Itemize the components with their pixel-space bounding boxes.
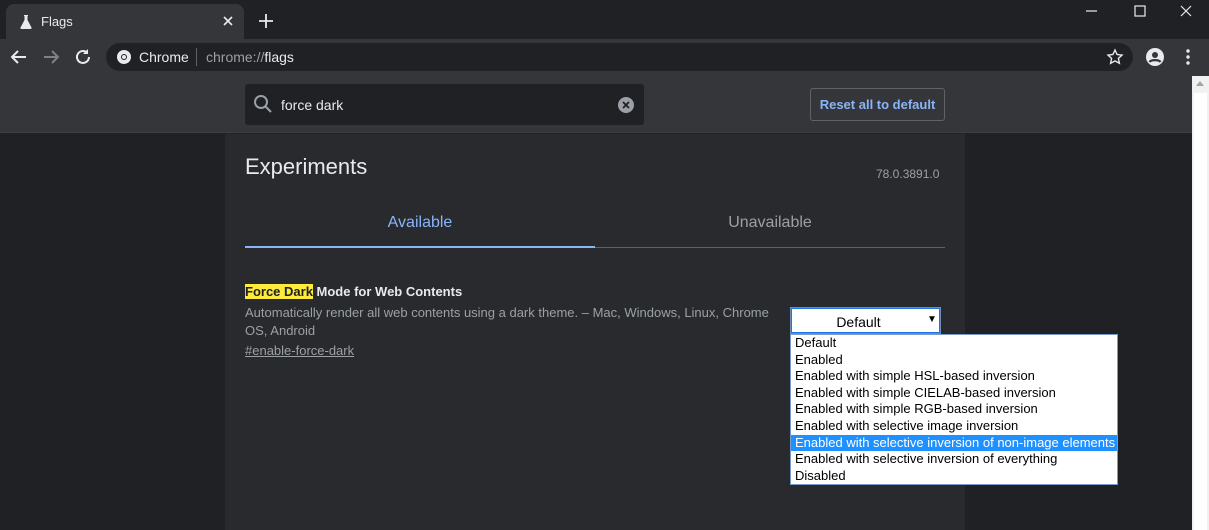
flag-permalink[interactable]: #enable-force-dark — [245, 343, 354, 358]
scroll-thumb[interactable] — [1194, 93, 1207, 530]
option-item-highlighted[interactable]: Enabled with selective inversion of non-… — [791, 434, 1117, 452]
tab-available[interactable]: Available — [245, 200, 595, 248]
window-close-icon[interactable] — [1163, 0, 1208, 30]
plus-icon[interactable] — [257, 12, 275, 30]
option-item[interactable]: Enabled with simple HSL-based inversion — [791, 368, 1117, 385]
search-icon — [254, 95, 272, 113]
option-item[interactable]: Enabled with simple RGB-based inversion — [791, 401, 1117, 418]
tab-strip: Flags — [0, 0, 1209, 39]
url-text[interactable]: chrome://flags — [206, 49, 294, 65]
option-item[interactable]: Enabled with simple CIELAB-based inversi… — [791, 385, 1117, 402]
flags-header: Reset all to default — [0, 76, 1192, 133]
select-value: Default — [836, 314, 881, 330]
star-icon[interactable] — [1106, 48, 1124, 66]
browser-toolbar: Chrome chrome://flags — [0, 39, 1209, 76]
flag-title: Force Dark Mode for Web Contents — [245, 284, 462, 299]
option-item[interactable]: Enabled — [791, 352, 1117, 369]
minimize-icon[interactable] — [1069, 0, 1114, 30]
flag-description: Automatically render all web contents us… — [245, 305, 769, 338]
close-icon[interactable] — [220, 13, 236, 29]
page-title: Experiments — [245, 154, 368, 179]
search-input[interactable] — [281, 95, 611, 115]
option-item[interactable]: Enabled with selective image inversion — [791, 418, 1117, 435]
omnibox-chip: Chrome — [139, 49, 189, 65]
omnibox[interactable]: Chrome chrome://flags — [106, 43, 1133, 71]
back-arrow-icon[interactable] — [9, 47, 29, 67]
clear-icon[interactable] — [617, 96, 635, 114]
scrollbar[interactable] — [1192, 76, 1209, 530]
flag-title-rest: Mode for Web Contents — [312, 284, 463, 299]
browser-tab-flags[interactable]: Flags — [6, 4, 244, 39]
omnibox-separator — [196, 48, 197, 66]
dropdown-options: Default Enabled Enabled with simple HSL-… — [790, 334, 1118, 485]
scroll-up-icon[interactable] — [1196, 81, 1204, 86]
option-item[interactable]: Enabled with selective inversion of ever… — [791, 451, 1117, 468]
search-highlight: Force Dark — [245, 284, 313, 299]
reset-all-button[interactable]: Reset all to default — [810, 88, 945, 121]
flag-select[interactable]: Default ▼ — [790, 307, 941, 334]
dropdown-arrow-icon: ▼ — [927, 314, 937, 325]
account-icon[interactable] — [1145, 47, 1165, 67]
version-label: 78.0.3891.0 — [876, 167, 940, 181]
chrome-logo-icon — [117, 50, 131, 64]
search-box[interactable] — [245, 84, 644, 125]
url-scheme: chrome:// — [206, 49, 265, 65]
forward-arrow-icon[interactable] — [41, 47, 61, 67]
option-item[interactable]: Default — [791, 335, 1117, 352]
reload-icon[interactable] — [73, 47, 93, 67]
maximize-icon[interactable] — [1117, 0, 1162, 30]
flask-icon — [20, 15, 32, 29]
url-path: flags — [264, 49, 294, 65]
kebab-menu-icon[interactable] — [1178, 47, 1198, 67]
option-item[interactable]: Disabled — [791, 468, 1117, 485]
tab-title: Flags — [41, 14, 73, 29]
tab-unavailable[interactable]: Unavailable — [595, 200, 945, 248]
